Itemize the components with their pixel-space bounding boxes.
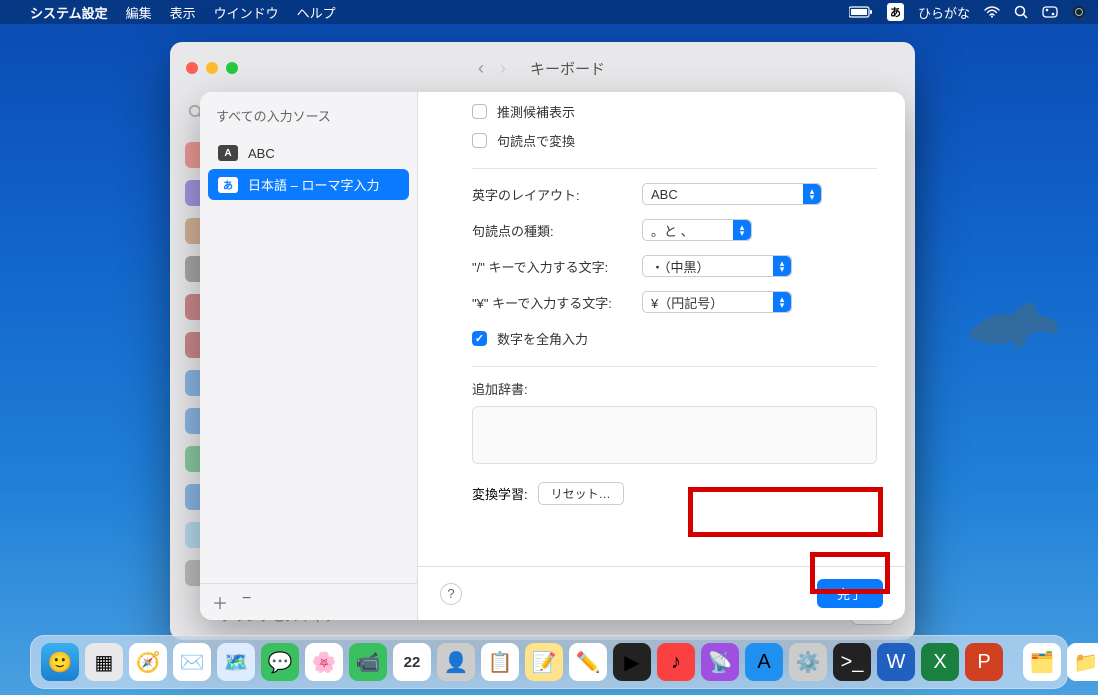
search-icon[interactable] [1014, 5, 1028, 19]
dock-excel[interactable]: X [921, 643, 959, 681]
fullwidth-digits-label: 数字を全角入力 [497, 329, 588, 348]
battery-icon[interactable] [849, 6, 873, 18]
punct-type-label: 句読点の種類: [472, 221, 642, 240]
dock: 🙂 ▦ 🧭 ✉️ 🗺️ 💬 🌸 📹 22 👤 📋 📝 ✏️ ▶ ♪ 📡 A ⚙️… [30, 635, 1068, 689]
input-sources-header: すべての入力ソース [200, 92, 417, 135]
input-source-japanese[interactable]: あ 日本語 – ローマ字入力 [208, 169, 409, 200]
layout-select[interactable]: ABC ▴▾ [642, 183, 822, 205]
ime-label[interactable]: ひらがな [918, 3, 970, 22]
dock-appstore[interactable]: A [745, 643, 783, 681]
dock-downloads[interactable]: 📁 [1067, 643, 1098, 681]
siri-icon[interactable] [1072, 5, 1086, 19]
chevron-updown-icon: ▴▾ [773, 292, 791, 312]
dock-terminal[interactable]: >_ [833, 643, 871, 681]
dock-recent[interactable]: 🗂️ [1023, 643, 1061, 681]
slash-key-select[interactable]: ・（中黒） ▴▾ [642, 255, 792, 277]
dock-mail[interactable]: ✉️ [173, 643, 211, 681]
input-source-badge: A [218, 145, 238, 161]
menubar: システム設定 編集 表示 ウインドウ ヘルプ あ ひらがな [0, 0, 1098, 24]
wallpaper-dolphin [958, 280, 1078, 370]
input-source-label: 日本語 – ローマ字入力 [248, 175, 379, 194]
menubar-item-window[interactable]: ウインドウ [214, 3, 279, 22]
punct-convert-checkbox[interactable] [472, 133, 487, 148]
back-button[interactable]: ‹ [478, 58, 484, 79]
dock-freeform[interactable]: ✏️ [569, 643, 607, 681]
window-title: キーボード [530, 58, 605, 79]
input-source-abc[interactable]: A ABC [208, 139, 409, 167]
menubar-item-help[interactable]: ヘルプ [297, 3, 336, 22]
yen-key-value: ¥（円記号） [651, 293, 723, 312]
done-button[interactable]: 完了 [817, 579, 883, 608]
yen-key-label: "¥" キーで入力する文字: [472, 293, 642, 312]
input-sources-sheet: すべての入力ソース A ABC あ 日本語 – ローマ字入力 ＋ − 推測候補表… [200, 92, 905, 620]
fullwidth-digits-checkbox[interactable] [472, 331, 487, 346]
punct-type-value: 。と 、 [651, 221, 694, 240]
predictive-label: 推測候補表示 [497, 102, 575, 121]
dock-launchpad[interactable]: ▦ [85, 643, 123, 681]
predictive-checkbox[interactable] [472, 104, 487, 119]
dock-messages[interactable]: 💬 [261, 643, 299, 681]
menubar-item-edit[interactable]: 編集 [126, 3, 152, 22]
dock-settings[interactable]: ⚙️ [789, 643, 827, 681]
dock-safari[interactable]: 🧭 [129, 643, 167, 681]
dock-powerpoint[interactable]: P [965, 643, 1003, 681]
chevron-updown-icon: ▴▾ [733, 220, 751, 240]
dock-calendar[interactable]: 22 [393, 643, 431, 681]
dock-music[interactable]: ♪ [657, 643, 695, 681]
layout-value: ABC [651, 187, 678, 202]
additional-dict-box[interactable] [472, 406, 877, 464]
dock-reminders[interactable]: 📋 [481, 643, 519, 681]
dock-podcasts[interactable]: 📡 [701, 643, 739, 681]
add-source-button[interactable]: ＋ [212, 590, 228, 614]
dock-maps[interactable]: 🗺️ [217, 643, 255, 681]
slash-key-label: "/" キーで入力する文字: [472, 257, 642, 276]
additional-dict-label: 追加辞書: [472, 379, 877, 398]
dock-notes[interactable]: 📝 [525, 643, 563, 681]
reset-learning-button[interactable]: リセット… [538, 482, 624, 505]
input-source-badge: あ [218, 177, 238, 193]
punct-type-select[interactable]: 。と 、 ▴▾ [642, 219, 752, 241]
dock-finder[interactable]: 🙂 [41, 643, 79, 681]
chevron-updown-icon: ▴▾ [803, 184, 821, 204]
window-traffic-lights[interactable] [186, 62, 238, 74]
help-button[interactable]: ? [440, 583, 462, 605]
dock-contacts[interactable]: 👤 [437, 643, 475, 681]
dock-facetime[interactable]: 📹 [349, 643, 387, 681]
input-source-label: ABC [248, 146, 275, 161]
punct-convert-label: 句読点で変換 [497, 131, 575, 150]
wifi-icon[interactable] [984, 6, 1000, 18]
control-center-icon[interactable] [1042, 6, 1058, 18]
dock-tv[interactable]: ▶ [613, 643, 651, 681]
ime-badge[interactable]: あ [887, 3, 904, 21]
slash-key-value: ・（中黒） [651, 257, 710, 276]
menubar-app-name[interactable]: システム設定 [30, 3, 108, 22]
yen-key-select[interactable]: ¥（円記号） ▴▾ [642, 291, 792, 313]
remove-source-button[interactable]: − [242, 590, 251, 614]
dock-photos[interactable]: 🌸 [305, 643, 343, 681]
dock-word[interactable]: W [877, 643, 915, 681]
layout-label: 英字のレイアウト: [472, 185, 642, 204]
chevron-updown-icon: ▴▾ [773, 256, 791, 276]
forward-button[interactable]: › [500, 58, 506, 79]
learning-label: 変換学習: [472, 484, 528, 503]
menubar-item-view[interactable]: 表示 [170, 3, 196, 22]
input-sources-list: A ABC あ 日本語 – ローマ字入力 [200, 135, 417, 583]
